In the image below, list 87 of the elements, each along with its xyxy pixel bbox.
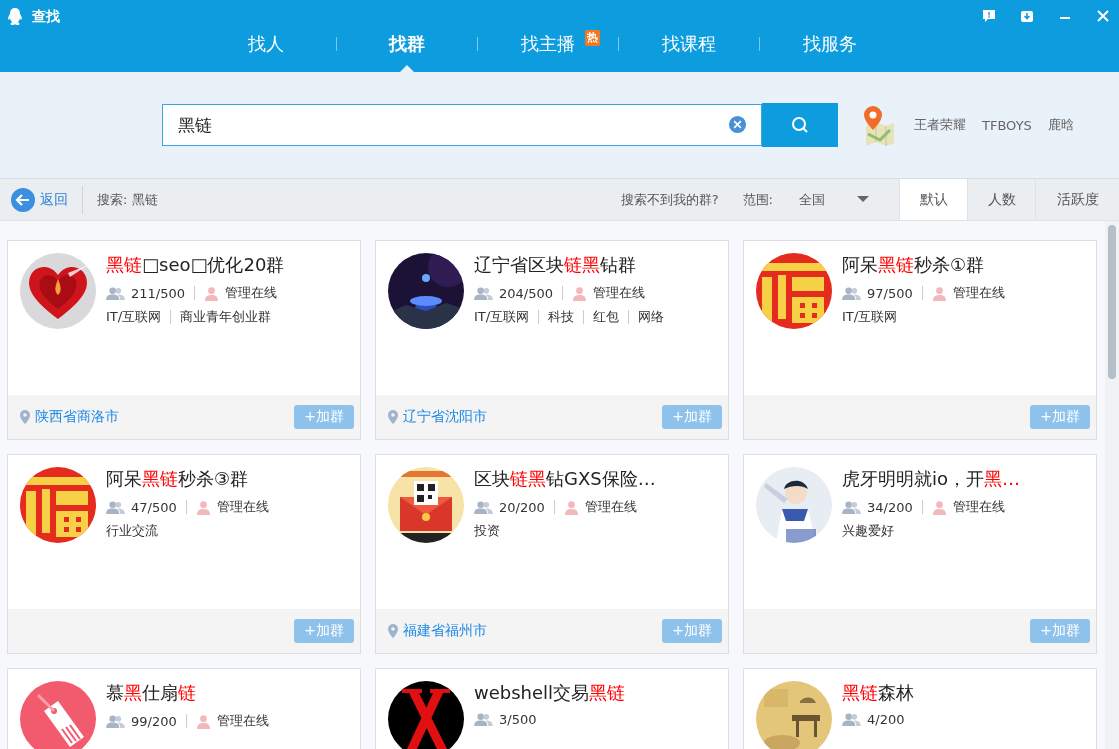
members-icon [842, 712, 861, 727]
group-name[interactable]: 黑链□seo□优化20群 [106, 253, 285, 277]
members-icon [106, 713, 125, 729]
location-pin-icon [20, 410, 30, 424]
member-count: 20/200 [499, 499, 545, 515]
group-tag: 商业青年创业群 [180, 308, 272, 326]
members-icon [842, 285, 861, 301]
member-count: 3/500 [499, 712, 537, 727]
group-name[interactable]: 阿呆黑链秒杀③群 [106, 467, 269, 491]
admin-status: 管理在线 [584, 498, 637, 516]
hot-keyword-link[interactable]: TFBOYS [982, 117, 1032, 133]
member-count: 204/500 [499, 285, 553, 301]
search-query-label: 搜索: 黑链 [97, 190, 158, 209]
members-icon [474, 499, 493, 515]
person-icon [931, 499, 947, 515]
group-tag: IT/互联网 [474, 308, 530, 326]
members-icon [474, 285, 493, 301]
group-name[interactable]: 阿呆黑链秒杀①群 [842, 253, 1005, 277]
member-count: 47/500 [131, 499, 177, 515]
person-icon [563, 499, 579, 515]
window-title: 查找 [32, 8, 60, 26]
admin-status: 管理在线 [952, 498, 1005, 516]
group-card[interactable]: 黑链森林 4/200 [743, 668, 1097, 749]
penguin-icon [6, 7, 24, 27]
member-count: 97/500 [867, 285, 913, 301]
member-count: 4/200 [867, 712, 905, 727]
group-tag: 兴趣爱好 [842, 522, 894, 540]
range-dropdown[interactable]: 全国 [793, 189, 875, 210]
hot-keyword-link[interactable]: 王者荣耀 [914, 116, 966, 134]
hot-badge: 热 [585, 30, 600, 46]
clear-icon[interactable] [728, 115, 747, 134]
hot-keyword-link[interactable]: 鹿晗 [1047, 116, 1074, 134]
group-tag: 网络 [638, 308, 665, 326]
caret-icon [857, 195, 869, 204]
group-card[interactable]: webshell交易黑链 3/500 [375, 668, 729, 749]
person-icon [204, 285, 219, 301]
search-button[interactable] [762, 103, 838, 147]
person-icon [195, 499, 211, 515]
download-box-icon[interactable] [1019, 8, 1035, 24]
group-card[interactable]: 辽宁省区块链黑钻群 204/500 管理在线 IT/互联网 科技 红包 网络 辽宁省沈阳市 +加群 [375, 240, 729, 440]
members-icon [106, 499, 125, 515]
admin-status: 管理在线 [225, 284, 277, 302]
sort-tab[interactable]: 默认 [899, 179, 967, 220]
members-icon [474, 712, 493, 727]
admin-status: 管理在线 [593, 284, 645, 302]
chat-icon[interactable] [981, 8, 997, 24]
admin-status: 管理在线 [216, 712, 269, 730]
scrollbar[interactable] [1105, 221, 1119, 749]
sort-tab[interactable]: 活跃度 [1035, 179, 1119, 220]
group-name[interactable]: 黑链森林 [842, 681, 914, 705]
back-button[interactable]: 返回 [9, 185, 70, 214]
person-icon [572, 285, 587, 301]
admin-status: 管理在线 [952, 284, 1005, 302]
group-card[interactable]: 慕黑仕扇链 99/200 管理在线 [7, 668, 361, 749]
group-card[interactable]: 阿呆黑链秒杀①群 97/500 管理在线 IT/互联网 +加群 [743, 240, 1097, 440]
group-name[interactable]: 虎牙明明就io，开黑… [842, 467, 1020, 491]
group-card[interactable]: 区块链黑钻GXS保险… 20/200 管理在线 投资 福建省福州市 +加群 [375, 454, 729, 654]
group-tag: 行业交流 [106, 522, 158, 540]
sort-tab[interactable]: 人数 [967, 179, 1035, 220]
person-icon [195, 713, 211, 729]
location-pin-icon [388, 410, 398, 424]
person-icon [931, 285, 947, 301]
group-name[interactable]: 辽宁省区块链黑钻群 [474, 253, 665, 277]
group-card[interactable]: 黑链□seo□优化20群 211/500 管理在线 IT/互联网 商业青年创业群 陕西省商洛市 +加群 [7, 240, 361, 440]
member-count: 34/200 [867, 499, 913, 515]
member-count: 211/500 [131, 285, 185, 301]
members-icon [842, 499, 861, 515]
not-found-link[interactable]: 搜索不到我的群? [620, 190, 719, 209]
members-icon [106, 285, 125, 301]
scrollbar-thumb[interactable] [1108, 225, 1117, 379]
group-tag: 科技 [548, 308, 575, 326]
member-count: 99/200 [131, 713, 177, 729]
group-tag: IT/互联网 [842, 308, 898, 326]
admin-status: 管理在线 [216, 498, 269, 516]
group-name[interactable]: webshell交易黑链 [474, 681, 626, 705]
close-icon[interactable] [1095, 8, 1111, 24]
group-name[interactable]: 慕黑仕扇链 [106, 681, 269, 705]
range-label: 范围: [742, 190, 773, 209]
group-card[interactable]: 虎牙明明就io，开黑… 34/200 管理在线 兴趣爱好 +加群 [743, 454, 1097, 654]
group-tag: IT/互联网 [106, 308, 162, 326]
search-icon [790, 115, 810, 135]
group-card[interactable]: 阿呆黑链秒杀③群 47/500 管理在线 行业交流 +加群 [7, 454, 361, 654]
group-tag: 投资 [474, 522, 500, 540]
search-field[interactable]: 黑链 [162, 104, 762, 146]
group-name[interactable]: 区块链黑钻GXS保险… [474, 467, 656, 491]
location-pin-icon [388, 624, 398, 638]
group-tag: 红包 [593, 308, 620, 326]
